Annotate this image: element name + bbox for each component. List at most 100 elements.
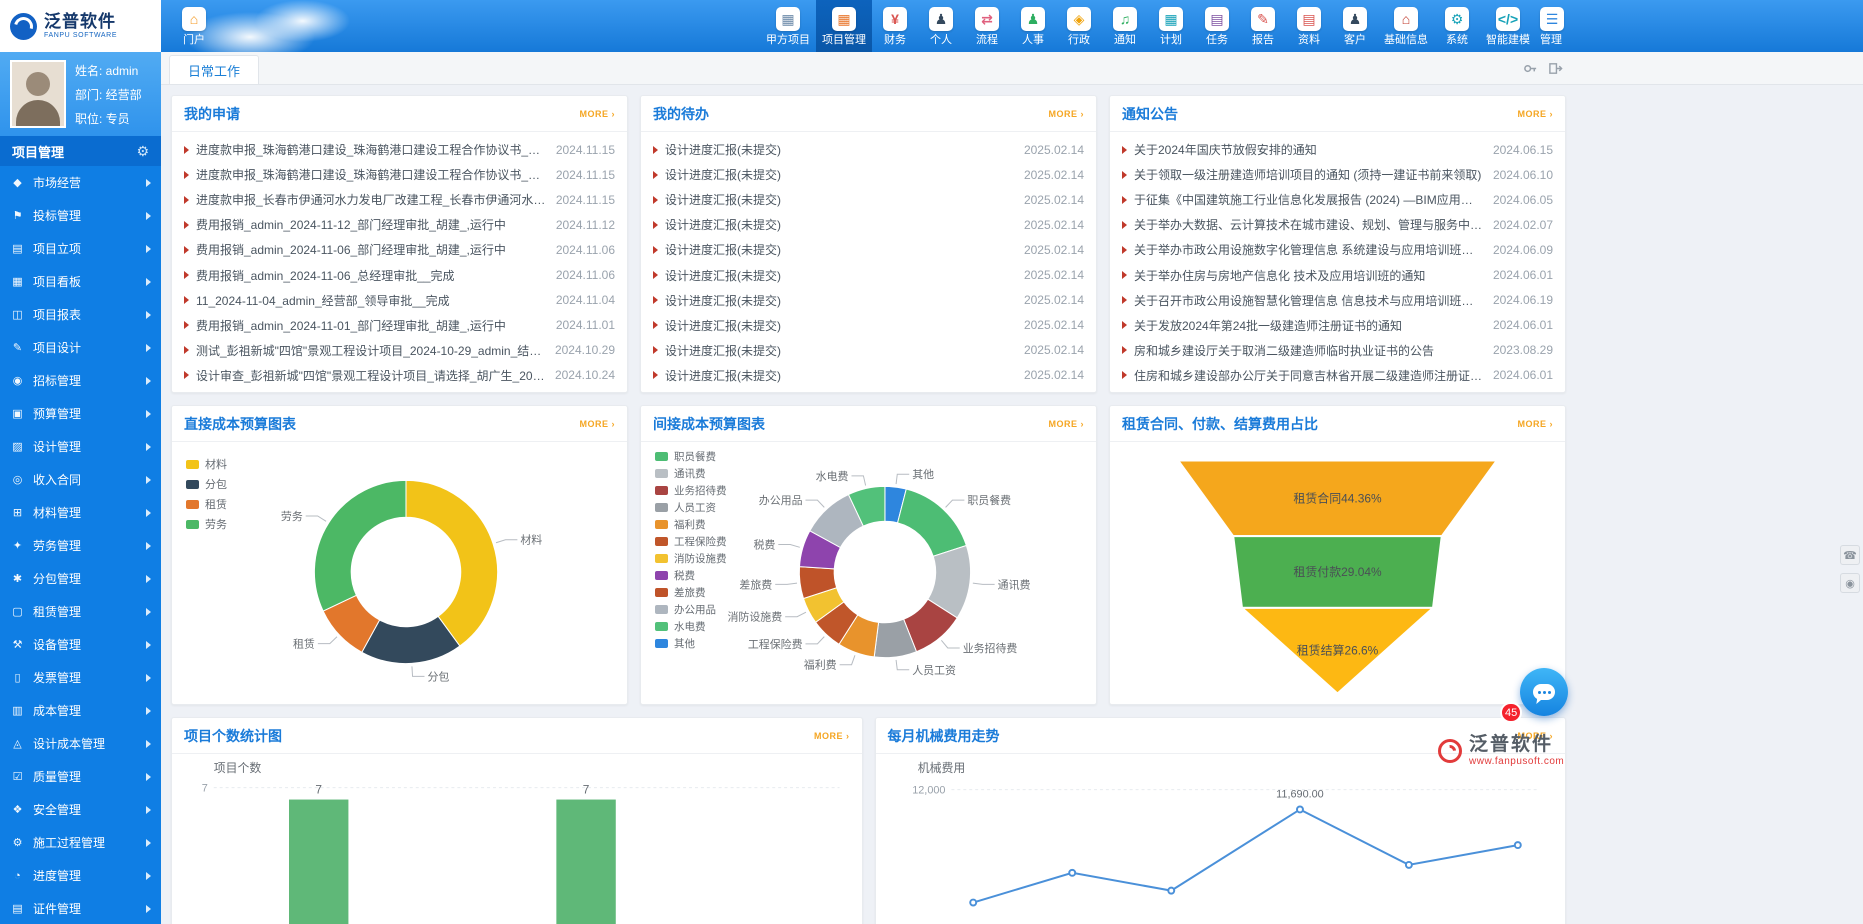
topnav-item[interactable]: ▤ 任务	[1194, 0, 1240, 52]
sidebar-menu-item[interactable]: ☑ 质量管理	[0, 760, 161, 793]
more-button[interactable]: MORE›	[1518, 109, 1554, 119]
list-item[interactable]: 设计进度汇报(未提交) 2025.02.14	[653, 137, 1084, 162]
topnav-item[interactable]: ♟ 人事	[1010, 0, 1056, 52]
fullscreen-exit-icon[interactable]	[1548, 61, 1563, 76]
list-item[interactable]: 设计进度汇报(未提交) 2025.02.14	[653, 237, 1084, 262]
list-item[interactable]: 测试_彭祖新城"四馆"景观工程设计项目_2024-10-29_admin_结束_…	[184, 338, 615, 363]
topnav-item[interactable]: ⇄ 流程	[964, 0, 1010, 52]
topnav-item[interactable]: ▤ 资料	[1286, 0, 1332, 52]
list-item[interactable]: 设计进度汇报(未提交) 2025.02.14	[653, 313, 1084, 338]
sidebar-menu-item[interactable]: ▨ 设计管理	[0, 430, 161, 463]
topnav-item[interactable]: ♟ 个人	[918, 0, 964, 52]
list-item[interactable]: 进度款申报_珠海鹤港口建设_珠海鹤港口建设工程合作协议书_admin_... 2…	[184, 162, 615, 187]
list-item[interactable]: 设计进度汇报(未提交) 2025.02.14	[653, 262, 1084, 287]
more-button[interactable]: MORE›	[1049, 109, 1085, 119]
chat-button[interactable]	[1520, 668, 1568, 716]
legend-item[interactable]: 其他	[655, 635, 727, 652]
legend-item[interactable]: 通讯费	[655, 465, 727, 482]
more-button[interactable]: MORE›	[1049, 419, 1085, 429]
legend-item[interactable]: 消防设施费	[655, 550, 727, 567]
more-button[interactable]: MORE›	[580, 419, 616, 429]
list-item[interactable]: 关于举办大数据、云计算技术在城市建设、规划、管理与服务中的应用培训班... 20…	[1122, 212, 1553, 237]
sidebar-menu-item[interactable]: ⚙ 施工过程管理	[0, 826, 161, 859]
legend-item[interactable]: 业务招待费	[655, 482, 727, 499]
legend-item[interactable]: 水电费	[655, 618, 727, 635]
topnav-item[interactable]: ▦ 项目管理	[816, 0, 872, 52]
topnav-item[interactable]: ▦ 甲方项目	[760, 0, 816, 52]
sidebar-menu-item[interactable]: ◉ 招标管理	[0, 364, 161, 397]
topnav-item[interactable]: ⌂ 基础信息	[1378, 0, 1434, 52]
legend-item[interactable]: 差旅费	[655, 584, 727, 601]
topnav-item[interactable]: ♟ 客户	[1332, 0, 1378, 52]
list-item[interactable]: 设计审查_彭祖新城"四馆"景观工程设计项目_请选择_胡广生_2024-10-2.…	[184, 363, 615, 388]
list-item[interactable]: 设计进度汇报(未提交) 2025.02.14	[653, 162, 1084, 187]
topnav-item[interactable]: ☰ 管理	[1536, 0, 1566, 52]
avatar[interactable]	[10, 60, 66, 128]
legend-item[interactable]: 人员工资	[655, 499, 727, 516]
list-item[interactable]: 费用报销_admin_2024-11-01_部门经理审批_胡建_,运行中 202…	[184, 313, 615, 338]
sidebar-menu-item[interactable]: ▤ 证件管理	[0, 892, 161, 924]
sidebar-menu-item[interactable]: ✎ 项目设计	[0, 331, 161, 364]
list-item[interactable]: 关于举办住房与房地产信息化 技术及应用培训班的通知 2024.06.01	[1122, 262, 1553, 287]
sidebar-menu-item[interactable]: ▤ 项目立项	[0, 232, 161, 265]
list-item[interactable]: 房和城乡建设厅关于取消二级建造师临时执业证书的公告 2023.08.29	[1122, 338, 1553, 363]
list-item[interactable]: 费用报销_admin_2024-11-12_部门经理审批_胡建_,运行中 202…	[184, 212, 615, 237]
list-item[interactable]: 关于召开市政公用设施智慧化管理信息 信息技术与应用培训班的通知 2024.06.…	[1122, 288, 1553, 313]
sidebar-menu-item[interactable]: ◎ 收入合同	[0, 463, 161, 496]
legend-item[interactable]: 材料	[186, 454, 227, 474]
list-item[interactable]: 住房和城乡建设部办公厅关于同意吉林省开展二级建造师注册证书电子化试点... 20…	[1122, 363, 1553, 388]
topnav-item[interactable]: ◈ 行政	[1056, 0, 1102, 52]
sidebar-menu-item[interactable]: ▦ 项目看板	[0, 265, 161, 298]
list-item[interactable]: 费用报销_admin_2024-11-06_总经理审批__完成 2024.11.…	[184, 262, 615, 287]
key-icon[interactable]	[1523, 61, 1538, 76]
list-item[interactable]: 进度款申报_长春市伊通河水力发电厂改建工程_长春市伊通河水力发电... 2024…	[184, 187, 615, 212]
legend-item[interactable]: 办公用品	[655, 601, 727, 618]
gear-icon[interactable]: ⚙	[136, 143, 149, 160]
more-button[interactable]: MORE›	[580, 109, 616, 119]
legend-item[interactable]: 租赁	[186, 494, 227, 514]
list-item[interactable]: 设计进度汇报(未提交) 2025.02.14	[653, 187, 1084, 212]
topnav-item[interactable]: ▦ 计划	[1148, 0, 1194, 52]
list-item[interactable]: 设计进度汇报(未提交) 2025.02.14	[653, 212, 1084, 237]
sidebar-menu-item[interactable]: ✦ 劳务管理	[0, 529, 161, 562]
sidebar-menu-item[interactable]: ❖ 安全管理	[0, 793, 161, 826]
legend-item[interactable]: 分包	[186, 474, 227, 494]
topnav-item[interactable]: ✎ 报告	[1240, 0, 1286, 52]
legend-item[interactable]: 职员餐费	[655, 448, 727, 465]
sidebar-menu-item[interactable]: ⚑ 投标管理	[0, 199, 161, 232]
legend-item[interactable]: 福利费	[655, 516, 727, 533]
sidebar-menu-item[interactable]: ▣ 预算管理	[0, 397, 161, 430]
list-item[interactable]: 设计进度汇报(未提交) 2025.02.14	[653, 363, 1084, 388]
sidebar-menu-item[interactable]: ◫ 项目报表	[0, 298, 161, 331]
legend-item[interactable]: 劳务	[186, 514, 227, 534]
list-item[interactable]: 费用报销_admin_2024-11-06_部门经理审批_胡建_,运行中 202…	[184, 237, 615, 262]
sidebar-menu-item[interactable]: ◬ 设计成本管理	[0, 727, 161, 760]
topnav-item[interactable]: </> 智能建模	[1480, 0, 1536, 52]
list-item[interactable]: 设计进度汇报(未提交) 2025.02.14	[653, 338, 1084, 363]
list-item[interactable]: 关于2024年国庆节放假安排的通知 2024.06.15	[1122, 137, 1553, 162]
floating-widget-icon[interactable]: ☎	[1840, 545, 1860, 565]
topnav-item-portal[interactable]: ⌂ 门户	[171, 0, 217, 52]
topnav-item[interactable]: ♫ 通知	[1102, 0, 1148, 52]
list-item[interactable]: 关于领取一级注册建造师培训项目的通知 (须持一建证书前来领取) 2024.06.…	[1122, 162, 1553, 187]
topnav-item[interactable]: ¥ 财务	[872, 0, 918, 52]
list-item[interactable]: 关于举办市政公用设施数字化管理信息 系统建设与应用培训班的通知 2024.06.…	[1122, 237, 1553, 262]
list-item[interactable]: 设计进度汇报(未提交) 2025.02.14	[653, 288, 1084, 313]
tab-daily-work[interactable]: 日常工作	[169, 55, 259, 84]
legend-item[interactable]: 税费	[655, 567, 727, 584]
sidebar-menu-item[interactable]: ▯ 发票管理	[0, 661, 161, 694]
list-item[interactable]: 于征集《中国建筑施工行业信息化发展报告 (2024) —BIM应用与发展》材料.…	[1122, 187, 1553, 212]
legend-item[interactable]: 工程保险费	[655, 533, 727, 550]
list-item[interactable]: 11_2024-11-04_admin_经营部_领导审批__完成 2024.11…	[184, 288, 615, 313]
list-item[interactable]: 关于发放2024年第24批一级建造师注册证书的通知 2024.06.01	[1122, 313, 1553, 338]
more-button[interactable]: MORE›	[1518, 419, 1554, 429]
topnav-item[interactable]: ⚙ 系统	[1434, 0, 1480, 52]
notification-badge[interactable]: 45	[1500, 702, 1522, 723]
more-button[interactable]: MORE›	[814, 731, 850, 741]
sidebar-menu-item[interactable]: ✱ 分包管理	[0, 562, 161, 595]
sidebar-menu-item[interactable]: ▥ 成本管理	[0, 694, 161, 727]
floating-widget-icon[interactable]: ◉	[1840, 573, 1860, 593]
sidebar-menu-item[interactable]: ⚒ 设备管理	[0, 628, 161, 661]
list-item[interactable]: 进度款申报_珠海鹤港口建设_珠海鹤港口建设工程合作协议书_admin_... 2…	[184, 137, 615, 162]
sidebar-menu-item[interactable]: ◆ 市场经营	[0, 166, 161, 199]
